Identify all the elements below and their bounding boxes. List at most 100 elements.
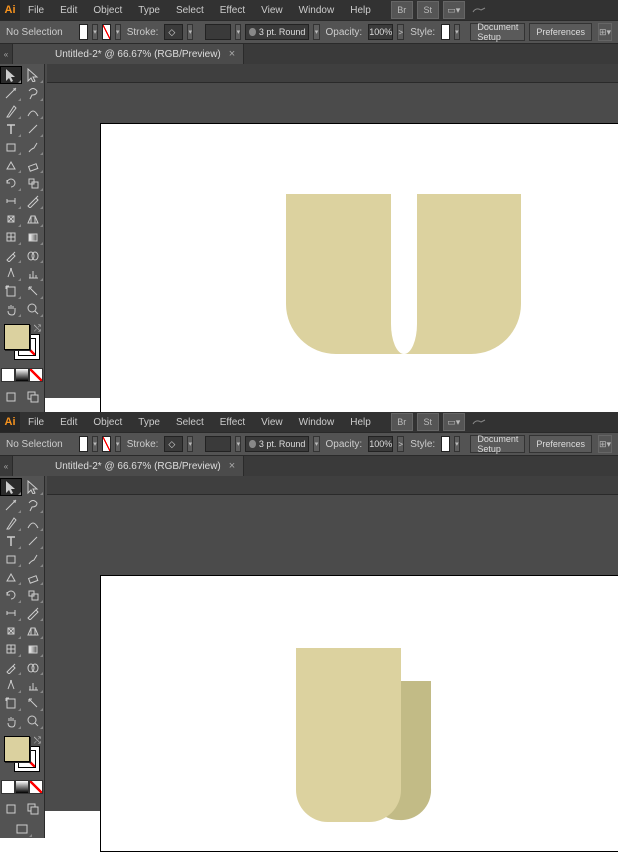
brush-definition[interactable]: 3 pt. Round: [245, 24, 309, 40]
symbol-sprayer-tool[interactable]: [0, 264, 22, 282]
color-mode-gradient[interactable]: [15, 368, 29, 382]
bridge-button[interactable]: St: [417, 413, 439, 431]
width-tool[interactable]: [0, 604, 22, 622]
shaper-tool[interactable]: [0, 156, 22, 174]
gpu-icon[interactable]: [469, 414, 489, 430]
fill-box[interactable]: [4, 736, 30, 762]
brush-dropdown[interactable]: ▾: [313, 24, 319, 40]
swap-fill-stroke-icon[interactable]: ⤭: [34, 323, 41, 334]
curvature-tool[interactable]: [22, 514, 44, 532]
graphic-style-dropdown[interactable]: ▾: [454, 436, 460, 452]
menu-select[interactable]: Select: [168, 0, 212, 20]
eraser-tool[interactable]: [22, 568, 44, 586]
scale-tool[interactable]: [22, 174, 44, 192]
pen-tool[interactable]: [0, 102, 22, 120]
stroke-swatch[interactable]: [102, 24, 111, 40]
menu-window[interactable]: Window: [291, 0, 343, 20]
fill-dropdown[interactable]: ▾: [92, 24, 98, 40]
mesh-tool[interactable]: [0, 640, 22, 658]
paintbrush-tool[interactable]: [22, 138, 44, 156]
artboard-tool[interactable]: [0, 694, 22, 712]
fill-swatch[interactable]: [79, 24, 88, 40]
brush-dropdown[interactable]: ▾: [313, 436, 319, 452]
bridge-button[interactable]: Br: [391, 1, 413, 19]
align-button[interactable]: ⊞▾: [598, 23, 612, 41]
document-tab[interactable]: Untitled-2* @ 66.67% (RGB/Preview)×: [47, 44, 244, 64]
brush-definition[interactable]: 3 pt. Round: [245, 436, 309, 452]
type-tool[interactable]: [0, 532, 22, 550]
color-mode-gradient[interactable]: [15, 780, 29, 794]
fill-swatch[interactable]: [79, 436, 88, 452]
var-width-profile[interactable]: [205, 436, 232, 452]
opacity-field[interactable]: 100%: [368, 436, 393, 452]
graphic-style-swatch[interactable]: [441, 24, 450, 40]
lasso-tool[interactable]: [22, 496, 44, 514]
menu-effect[interactable]: Effect: [212, 412, 253, 432]
close-tab-icon[interactable]: ×: [229, 48, 235, 60]
sidebar-toggle[interactable]: «: [0, 456, 13, 476]
artboard[interactable]: [101, 124, 618, 420]
artboard[interactable]: [101, 576, 618, 851]
stroke-weight-dropdown[interactable]: ▾: [187, 24, 193, 40]
preferences-button[interactable]: Preferences: [529, 23, 592, 41]
stroke-swatch[interactable]: [102, 436, 111, 452]
menu-edit[interactable]: Edit: [52, 0, 85, 20]
zoom-tool[interactable]: [22, 300, 44, 318]
paintbrush-tool[interactable]: [22, 550, 44, 568]
shape-builder-tool[interactable]: [0, 210, 22, 228]
blend-tool[interactable]: [22, 658, 44, 676]
sidebar-toggle[interactable]: «: [0, 44, 13, 64]
perspective-grid-tool[interactable]: [22, 622, 44, 640]
direct-selection-tool[interactable]: [22, 478, 44, 496]
bridge-button[interactable]: Br: [391, 413, 413, 431]
gradient-tool[interactable]: [22, 228, 44, 246]
rectangle-tool[interactable]: [0, 550, 22, 568]
menu-file[interactable]: File: [20, 0, 52, 20]
eraser-tool[interactable]: [22, 156, 44, 174]
shaper-tool[interactable]: [0, 568, 22, 586]
menu-help[interactable]: Help: [342, 0, 379, 20]
gradient-tool[interactable]: [22, 640, 44, 658]
var-width-dropdown[interactable]: ▾: [235, 436, 241, 452]
screen-mode-button[interactable]: [11, 820, 33, 838]
curvature-tool[interactable]: [22, 102, 44, 120]
zoom-tool[interactable]: [22, 712, 44, 730]
document-setup-button[interactable]: Document Setup: [470, 23, 525, 41]
pen-tool[interactable]: [0, 514, 22, 532]
opacity-field[interactable]: 100%: [368, 24, 393, 40]
var-width-dropdown[interactable]: ▾: [235, 24, 241, 40]
fill-box[interactable]: [4, 324, 30, 350]
stroke-weight-dropdown[interactable]: ▾: [187, 436, 193, 452]
menu-view[interactable]: View: [253, 412, 291, 432]
draw-mode-behind[interactable]: [22, 388, 44, 406]
opacity-more[interactable]: >: [397, 436, 404, 452]
fill-stroke-control[interactable]: ⤭: [4, 736, 40, 772]
selection-tool[interactable]: [0, 478, 22, 496]
draw-mode-normal[interactable]: [0, 388, 22, 406]
perspective-grid-tool[interactable]: [22, 210, 44, 228]
gpu-icon[interactable]: [469, 2, 489, 18]
selection-tool[interactable]: [0, 66, 22, 84]
color-mode-none[interactable]: [29, 368, 43, 382]
stroke-dropdown[interactable]: ▾: [115, 436, 121, 452]
preferences-button[interactable]: Preferences: [529, 435, 592, 453]
arrange-docs-button[interactable]: ▭▾: [443, 413, 465, 431]
column-graph-tool[interactable]: [22, 264, 44, 282]
fill-dropdown[interactable]: ▾: [92, 436, 98, 452]
eyedropper-tool[interactable]: [0, 658, 22, 676]
menu-select[interactable]: Select: [168, 412, 212, 432]
type-tool[interactable]: [0, 120, 22, 138]
artboard-tool[interactable]: [0, 282, 22, 300]
document-setup-button[interactable]: Document Setup: [470, 435, 525, 453]
lasso-tool[interactable]: [22, 84, 44, 102]
menu-window[interactable]: Window: [291, 412, 343, 432]
menu-edit[interactable]: Edit: [52, 412, 85, 432]
slice-tool[interactable]: [22, 282, 44, 300]
stroke-dropdown[interactable]: ▾: [115, 24, 121, 40]
scale-tool[interactable]: [22, 586, 44, 604]
menu-object[interactable]: Object: [85, 0, 130, 20]
stroke-weight-field[interactable]: ◇: [164, 24, 183, 40]
rotate-tool[interactable]: [0, 586, 22, 604]
close-tab-icon[interactable]: ×: [229, 460, 235, 472]
hand-tool[interactable]: [0, 300, 22, 318]
